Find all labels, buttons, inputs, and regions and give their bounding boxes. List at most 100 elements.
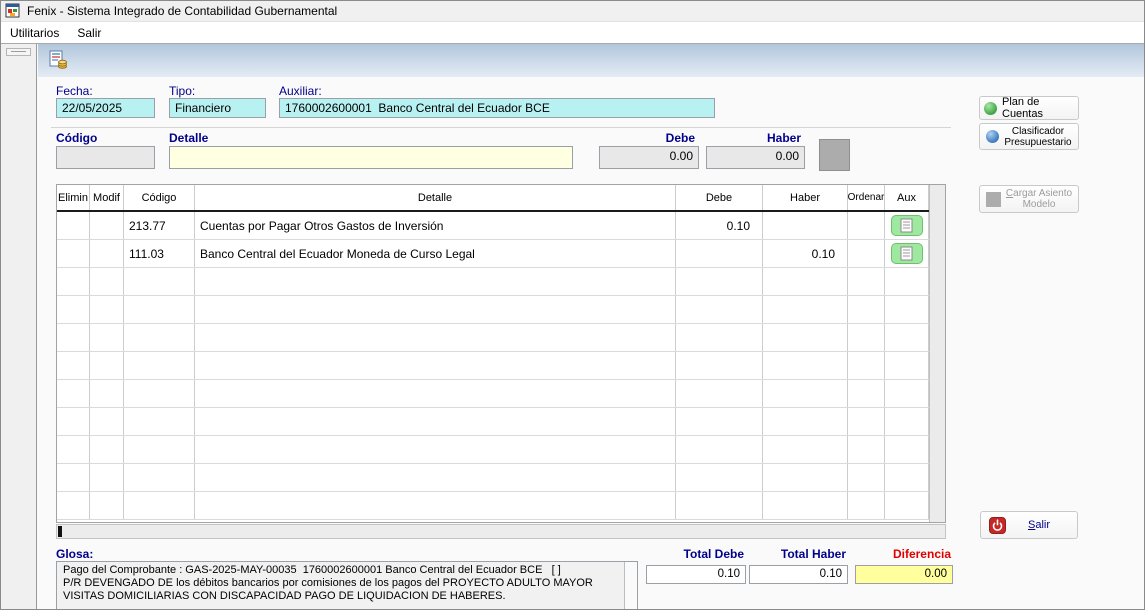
menu-utilitarios[interactable]: Utilitarios [1, 23, 68, 43]
cell-elimin[interactable] [57, 436, 90, 463]
cell-elimin[interactable] [57, 240, 90, 267]
cell-modif[interactable] [90, 324, 124, 351]
cell-haber[interactable]: 0.10 [763, 240, 848, 267]
cell-detalle[interactable]: Banco Central del Ecuador Moneda de Curs… [195, 240, 676, 267]
cell-ordenar[interactable] [848, 464, 885, 491]
cell-codigo[interactable]: 111.03 [124, 240, 195, 267]
cell-ordenar[interactable] [848, 436, 885, 463]
auxiliar-input[interactable]: 1760002600001 Banco Central del Ecuador … [279, 98, 715, 118]
cell-codigo[interactable] [124, 408, 195, 435]
cell-modif[interactable] [90, 408, 124, 435]
cell-haber[interactable] [763, 352, 848, 379]
cell-haber[interactable] [763, 380, 848, 407]
cell-modif[interactable] [90, 380, 124, 407]
cell-debe[interactable] [676, 324, 763, 351]
salir-button[interactable]: Salir [980, 511, 1078, 539]
cell-haber[interactable] [763, 296, 848, 323]
tipo-input[interactable]: Financiero [169, 98, 266, 118]
cell-detalle[interactable] [195, 492, 676, 519]
clasificador-presupuestario-button[interactable]: Clasificador Presupuestario [979, 123, 1079, 150]
cell-aux[interactable] [885, 436, 929, 463]
cell-elimin[interactable] [57, 492, 90, 519]
splitter-handle[interactable] [6, 48, 31, 56]
cell-debe[interactable] [676, 268, 763, 295]
cell-ordenar[interactable] [848, 296, 885, 323]
debe-input[interactable]: 0.00 [599, 146, 699, 169]
cell-detalle[interactable] [195, 408, 676, 435]
cell-codigo[interactable] [124, 464, 195, 491]
cell-elimin[interactable] [57, 212, 90, 239]
column-header-elimin[interactable]: Elimin [57, 185, 90, 210]
cell-haber[interactable] [763, 464, 848, 491]
aux-button[interactable] [891, 243, 923, 264]
cell-aux[interactable] [885, 464, 929, 491]
cell-detalle[interactable] [195, 296, 676, 323]
cell-detalle[interactable] [195, 380, 676, 407]
cell-aux[interactable] [885, 408, 929, 435]
cell-modif[interactable] [90, 268, 124, 295]
cell-debe[interactable] [676, 240, 763, 267]
cell-debe[interactable] [676, 492, 763, 519]
cell-debe[interactable] [676, 296, 763, 323]
column-header-modif[interactable]: Modif [90, 185, 124, 210]
cell-elimin[interactable] [57, 296, 90, 323]
cell-debe[interactable] [676, 464, 763, 491]
cell-ordenar[interactable] [848, 324, 885, 351]
cell-debe[interactable]: 0.10 [676, 212, 763, 239]
scrollbar-thumb[interactable] [58, 526, 62, 537]
menu-salir[interactable]: Salir [68, 23, 110, 43]
cell-ordenar[interactable] [848, 380, 885, 407]
cell-codigo[interactable] [124, 268, 195, 295]
voucher-document-icon[interactable] [47, 49, 69, 71]
cell-codigo[interactable]: 213.77 [124, 212, 195, 239]
cell-modif[interactable] [90, 352, 124, 379]
plan-de-cuentas-button[interactable]: Plan de Cuentas [979, 96, 1079, 120]
cell-haber[interactable] [763, 408, 848, 435]
cell-ordenar[interactable] [848, 408, 885, 435]
column-header-haber[interactable]: Haber [763, 185, 848, 210]
cell-codigo[interactable] [124, 380, 195, 407]
column-header-aux[interactable]: Aux [885, 185, 929, 210]
cell-ordenar[interactable] [848, 352, 885, 379]
cell-codigo[interactable] [124, 492, 195, 519]
cell-codigo[interactable] [124, 324, 195, 351]
column-header-ordenar[interactable]: Ordenar [848, 185, 885, 210]
haber-input[interactable]: 0.00 [706, 146, 805, 169]
cell-modif[interactable] [90, 464, 124, 491]
cell-aux[interactable] [885, 380, 929, 407]
cell-detalle[interactable] [195, 464, 676, 491]
cell-codigo[interactable] [124, 352, 195, 379]
cell-elimin[interactable] [57, 380, 90, 407]
glosa-textarea[interactable]: Pago del Comprobante : GAS-2025-MAY-0003… [56, 561, 638, 610]
column-header-detalle[interactable]: Detalle [195, 185, 676, 210]
cell-detalle[interactable] [195, 436, 676, 463]
cell-debe[interactable] [676, 408, 763, 435]
cell-ordenar[interactable] [848, 212, 885, 239]
cell-modif[interactable] [90, 296, 124, 323]
cell-aux[interactable] [885, 212, 929, 239]
cell-codigo[interactable] [124, 296, 195, 323]
column-header-codigo[interactable]: Código [124, 185, 195, 210]
cell-ordenar[interactable] [848, 492, 885, 519]
cell-elimin[interactable] [57, 408, 90, 435]
cell-debe[interactable] [676, 380, 763, 407]
cell-elimin[interactable] [57, 352, 90, 379]
cell-detalle[interactable] [195, 268, 676, 295]
cargar-asiento-modelo-button[interactable]: Cargar Asiento Modelo [979, 185, 1079, 213]
cell-codigo[interactable] [124, 436, 195, 463]
cell-ordenar[interactable] [848, 268, 885, 295]
cell-elimin[interactable] [57, 464, 90, 491]
cell-detalle[interactable] [195, 324, 676, 351]
codigo-input[interactable] [56, 146, 155, 169]
glosa-scrollbar[interactable] [624, 562, 637, 609]
add-entry-button[interactable] [819, 139, 850, 171]
cell-haber[interactable] [763, 212, 848, 239]
cell-aux[interactable] [885, 352, 929, 379]
cell-haber[interactable] [763, 324, 848, 351]
cell-modif[interactable] [90, 436, 124, 463]
cell-detalle[interactable]: Cuentas por Pagar Otros Gastos de Invers… [195, 212, 676, 239]
cell-elimin[interactable] [57, 324, 90, 351]
table-horizontal-scrollbar[interactable] [56, 524, 946, 539]
cell-debe[interactable] [676, 352, 763, 379]
column-header-debe[interactable]: Debe [676, 185, 763, 210]
